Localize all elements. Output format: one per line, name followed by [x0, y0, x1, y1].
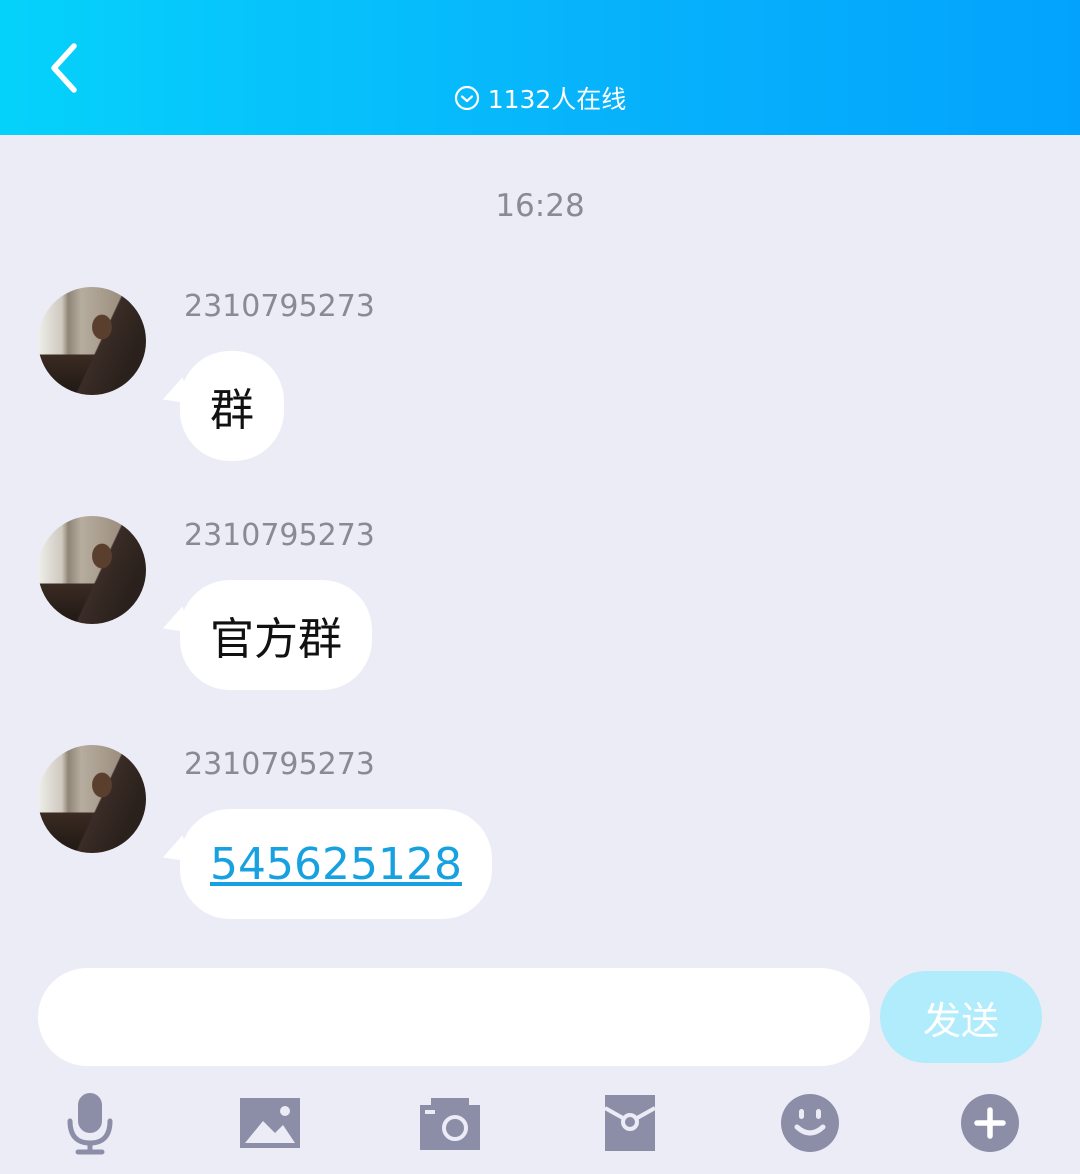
image-icon[interactable] [235, 1088, 305, 1158]
message-link[interactable]: 545625128 [210, 839, 462, 890]
check-circle-icon [454, 85, 480, 111]
message-row: 2310795273 545625128 [0, 745, 1080, 925]
avatar[interactable] [38, 516, 146, 624]
sender-name: 2310795273 [184, 747, 375, 782]
plus-icon[interactable] [955, 1088, 1025, 1158]
message-bubble[interactable]: 官方群 [180, 580, 372, 690]
emoji-icon[interactable] [775, 1088, 845, 1158]
online-status[interactable]: 1132人在线 [0, 78, 1080, 118]
microphone-icon[interactable] [55, 1088, 125, 1158]
message-input[interactable] [38, 968, 870, 1066]
message-bubble[interactable]: 群 [180, 351, 284, 461]
message-text: 群 [210, 385, 254, 436]
message-timestamp: 16:28 [495, 188, 585, 224]
sender-name: 2310795273 [184, 518, 375, 553]
sender-name: 2310795273 [184, 289, 375, 324]
chat-header: 1132人在线 [0, 0, 1080, 135]
avatar[interactable] [38, 287, 146, 395]
composer-toolbar [0, 1088, 1080, 1158]
message-row: 2310795273 群 [0, 287, 1080, 467]
red-packet-icon[interactable] [595, 1088, 665, 1158]
send-button[interactable]: 发送 [880, 971, 1042, 1063]
message-bubble[interactable]: 545625128 [180, 809, 492, 919]
message-row: 2310795273 官方群 [0, 516, 1080, 696]
online-count-label: 1132人在线 [487, 85, 627, 114]
avatar[interactable] [38, 745, 146, 853]
camera-icon[interactable] [415, 1088, 485, 1158]
message-text: 官方群 [210, 614, 342, 665]
